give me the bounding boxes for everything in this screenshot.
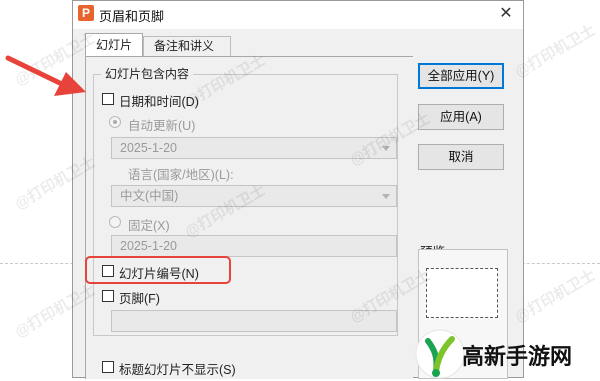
auto-update-radio[interactable] <box>109 116 121 128</box>
apply-all-button[interactable]: 全部应用(Y) <box>418 63 504 89</box>
chevron-down-icon <box>382 194 390 199</box>
group-legend: 幻灯片包含内容 <box>101 65 194 82</box>
fixed-label[interactable]: 固定(X) <box>128 215 170 234</box>
close-icon[interactable]: ✕ <box>495 3 517 25</box>
hide-on-title-checkbox[interactable] <box>102 361 114 373</box>
title-bar: P 页眉和页脚 ✕ <box>73 1 523 29</box>
language-label: 语言(国家/地区)(L): <box>128 168 234 182</box>
footer-checkbox[interactable] <box>102 290 114 302</box>
logo-text: 高新手游网 <box>462 344 573 369</box>
tab-notes-handouts[interactable]: 备注和讲义 <box>143 36 231 57</box>
auto-update-date-value: 2025-1-20 <box>120 141 177 155</box>
auto-update-label[interactable]: 自动更新(U) <box>128 115 195 134</box>
app-icon: P <box>78 5 94 21</box>
fixed-date-input[interactable]: 2025-1-20 <box>111 235 397 257</box>
hide-on-title-label[interactable]: 标题幻灯片不显示(S) <box>119 359 236 378</box>
radio-dot <box>113 120 117 124</box>
fixed-date-value: 2025-1-20 <box>120 239 177 253</box>
language-value: 中文(中国) <box>120 189 179 203</box>
preview-slide-thumbnail <box>426 268 498 318</box>
annotation-highlight-box <box>85 256 231 284</box>
fixed-radio[interactable] <box>109 216 121 228</box>
footer-label[interactable]: 页脚(F) <box>119 288 160 307</box>
datetime-checkbox[interactable] <box>102 93 114 105</box>
header-footer-dialog: P 页眉和页脚 ✕ 幻灯片 备注和讲义 幻灯片包含内容 日期和时间(D) 自动更… <box>72 0 524 379</box>
cancel-button[interactable]: 取消 <box>418 144 504 170</box>
dialog-title: 页眉和页脚 <box>99 9 165 24</box>
